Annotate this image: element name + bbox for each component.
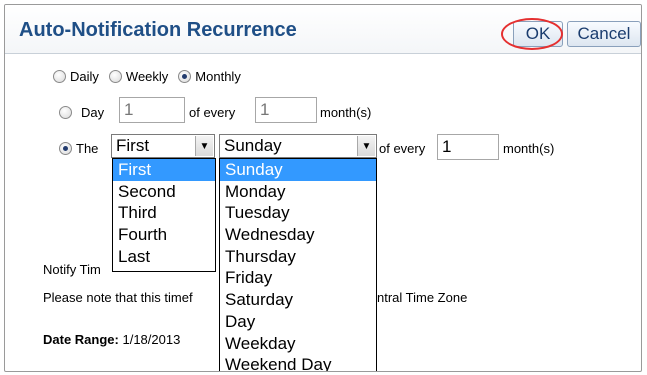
the-row: The	[59, 141, 98, 156]
notify-time-label: Notify Tim	[43, 262, 101, 277]
frequency-row: Daily Weekly Monthly	[53, 69, 241, 84]
date-range-value: 1/18/2013	[122, 332, 181, 347]
the-of-every-label: of every	[379, 141, 426, 156]
weekday-option[interactable]: Weekday	[220, 333, 376, 355]
ordinal-option[interactable]: Last	[113, 246, 215, 268]
ordinal-option[interactable]: Second	[113, 181, 215, 203]
weekday-option[interactable]: Tuesday	[220, 202, 376, 224]
ordinal-option[interactable]: Fourth	[113, 224, 215, 246]
note-text-right: ntral Time Zone	[377, 290, 468, 305]
note-text-left: Please note that this timef	[43, 290, 193, 305]
day-number-input[interactable]: 1	[119, 97, 185, 123]
day-row: Day	[59, 105, 104, 120]
radio-daily-label: Daily	[70, 69, 99, 84]
weekday-option[interactable]: Monday	[220, 181, 376, 203]
radio-day[interactable]	[59, 106, 72, 119]
the-month-input[interactable]: 1	[437, 134, 499, 160]
ok-button[interactable]: OK	[513, 21, 563, 47]
weekday-dropdown-list: Sunday Monday Tuesday Wednesday Thursday…	[219, 158, 377, 371]
ordinal-select[interactable]: First ▼	[111, 134, 215, 158]
ordinal-option[interactable]: Third	[113, 202, 215, 224]
radio-monthly[interactable]	[178, 70, 192, 83]
the-label: The	[76, 141, 99, 156]
chevron-down-icon[interactable]: ▼	[195, 136, 213, 156]
ordinal-dropdown-list: First Second Third Fourth Last	[112, 158, 216, 272]
weekday-select[interactable]: Sunday ▼	[219, 134, 377, 158]
weekday-option[interactable]: Weekend Day	[220, 354, 376, 371]
ordinal-select-value: First	[116, 136, 150, 155]
weekday-option[interactable]: Sunday	[220, 159, 376, 181]
weekday-select-value: Sunday	[224, 136, 282, 155]
date-range-label: Date Range:	[43, 332, 119, 347]
weekday-option[interactable]: Friday	[220, 267, 376, 289]
dialog-header: Auto-Notification Recurrence OK Cancel	[5, 5, 641, 54]
weekday-option[interactable]: Day	[220, 311, 376, 333]
radio-monthly-label: Monthly	[195, 69, 241, 84]
day-month-input[interactable]: 1	[255, 97, 317, 123]
day-of-every-label: of every	[189, 105, 236, 120]
radio-weekly[interactable]	[108, 70, 122, 83]
weekday-option[interactable]: Thursday	[220, 246, 376, 268]
the-months-label: month(s)	[503, 141, 555, 156]
date-range: Date Range: 1/18/2013	[43, 332, 180, 347]
dialog-title: Auto-Notification Recurrence	[19, 19, 297, 41]
day-months-label: month(s)	[320, 105, 372, 120]
chevron-down-icon[interactable]: ▼	[357, 136, 375, 156]
radio-daily[interactable]	[53, 70, 66, 83]
dialog-frame: Auto-Notification Recurrence OK Cancel D…	[4, 4, 642, 372]
radio-the[interactable]	[59, 142, 72, 155]
weekday-option[interactable]: Saturday	[220, 289, 376, 311]
day-label: Day	[81, 105, 105, 120]
ordinal-option[interactable]: First	[113, 159, 215, 181]
radio-weekly-label: Weekly	[125, 69, 169, 84]
weekday-option[interactable]: Wednesday	[220, 224, 376, 246]
cancel-button[interactable]: Cancel	[567, 21, 641, 47]
